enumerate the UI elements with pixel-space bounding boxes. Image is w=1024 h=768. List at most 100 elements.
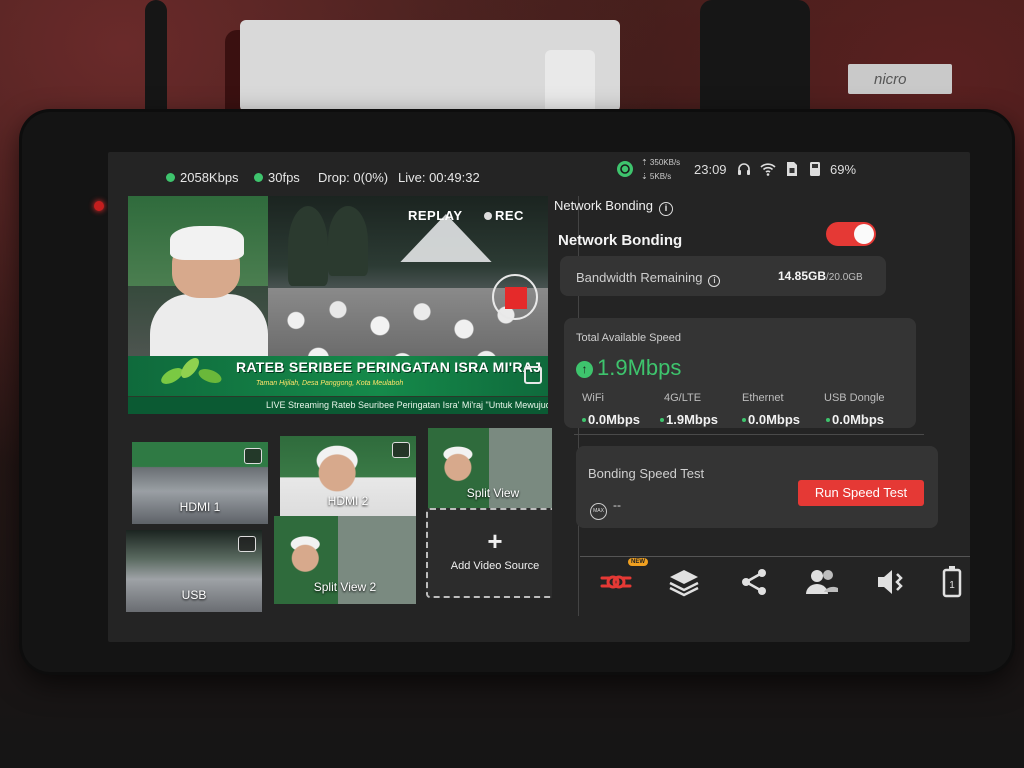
panel-header: Network Bonding i bbox=[554, 198, 673, 216]
total-speed-value: ↑ 1.9Mbps bbox=[576, 355, 681, 381]
share-icon[interactable] bbox=[734, 564, 774, 600]
background-plug bbox=[545, 50, 595, 120]
interface-status-dot bbox=[742, 418, 746, 422]
preview-tree bbox=[328, 206, 368, 276]
interface-speed: 0.0Mbps bbox=[588, 412, 641, 427]
program-preview[interactable]: REPLAY REC RATEB SERIBEE PERINGATAN ISRA… bbox=[128, 196, 548, 414]
leaf-decoration-icon bbox=[161, 358, 222, 384]
interface-status-dot bbox=[826, 418, 830, 422]
interface-value-ethernet: 0.0Mbps bbox=[742, 412, 800, 427]
guests-icon[interactable] bbox=[802, 564, 842, 600]
network-bonding-status-icon bbox=[617, 161, 633, 177]
audio-icon[interactable] bbox=[870, 564, 910, 600]
bandwidth-label: Bandwidth Remaining i bbox=[576, 270, 721, 287]
replay-button[interactable]: REPLAY bbox=[408, 208, 463, 223]
plus-icon: + bbox=[487, 526, 503, 556]
record-button[interactable] bbox=[492, 274, 538, 320]
network-bonding-nav-icon[interactable] bbox=[596, 564, 636, 600]
camera-badge-icon bbox=[244, 448, 262, 464]
add-video-source-button[interactable]: + Add Video Source bbox=[426, 508, 564, 598]
banner-subtitle: Taman Hijilah, Desa Panggong, Kota Meula… bbox=[256, 380, 404, 387]
network-bonding-toggle[interactable] bbox=[826, 222, 876, 246]
add-video-source-label: Add Video Source bbox=[450, 560, 540, 572]
layers-icon[interactable] bbox=[664, 564, 704, 600]
bandwidth-total: /20.0GB bbox=[826, 272, 863, 283]
interface-value-lte: 1.9Mbps bbox=[660, 412, 718, 427]
info-icon[interactable]: i bbox=[659, 202, 673, 216]
live-timer: Live: 00:49:32 bbox=[398, 170, 480, 185]
speed-test-result: MAX -- bbox=[590, 498, 621, 520]
wifi-icon bbox=[760, 163, 776, 176]
rec-indicator[interactable]: REC bbox=[484, 208, 524, 223]
max-speed-icon: MAX bbox=[590, 503, 607, 520]
status-bar: 2058Kbps 30fps Drop: 0(0%) Live: 00:49:3… bbox=[108, 152, 970, 194]
device-battery-icon[interactable]: 1 bbox=[936, 564, 966, 600]
bitrate-status-dot bbox=[166, 173, 175, 182]
interface-name-ethernet: Ethernet bbox=[742, 392, 784, 404]
sim-card-icon bbox=[787, 162, 797, 176]
fps-stat: 30fps bbox=[254, 170, 300, 185]
fps-value: 30fps bbox=[268, 170, 300, 185]
toggle-knob bbox=[854, 224, 874, 244]
background-cable bbox=[700, 0, 810, 120]
run-speed-test-button[interactable]: Run Speed Test bbox=[798, 480, 924, 506]
source-tile-usb[interactable]: USB bbox=[126, 530, 262, 612]
preview-tree bbox=[288, 206, 328, 286]
device-battery-label: 1 bbox=[949, 580, 955, 591]
speed-test-value: -- bbox=[613, 498, 621, 512]
source-tile-split-view[interactable]: Split View bbox=[428, 428, 558, 510]
download-rate: ⇣ 5KB/s bbox=[641, 172, 672, 181]
total-speed-label: Total Available Speed bbox=[576, 332, 681, 344]
source-tile-hdmi-1[interactable]: HDMI 1 bbox=[132, 442, 268, 524]
background-device-tag: nicro bbox=[848, 64, 952, 94]
storage-icon bbox=[810, 162, 820, 176]
source-label: Split View 2 bbox=[313, 580, 377, 594]
source-tile-split-view-2[interactable]: Split View 2 bbox=[274, 516, 416, 604]
bitrate-stat: 2058Kbps bbox=[166, 170, 239, 185]
news-ticker: LIVE Streaming Rateb Seuribee Peringatan… bbox=[128, 397, 548, 414]
camera-badge-icon bbox=[238, 536, 256, 552]
clock: 23:09 bbox=[694, 162, 727, 177]
bandwidth-value: 14.85GB/20.0GB bbox=[778, 269, 863, 283]
headphones-icon bbox=[738, 163, 750, 175]
interface-value-wifi: 0.0Mbps bbox=[582, 412, 640, 427]
interface-name-lte: 4G/LTE bbox=[664, 392, 702, 404]
rec-label: REC bbox=[495, 208, 524, 223]
bandwidth-label-text: Bandwidth Remaining bbox=[576, 270, 703, 285]
network-bonding-title: Network Bonding bbox=[558, 232, 683, 249]
bitrate-value: 2058Kbps bbox=[180, 170, 239, 185]
interface-speed: 0.0Mbps bbox=[748, 412, 801, 427]
interface-speed: 1.9Mbps bbox=[666, 412, 719, 427]
camera-indicator bbox=[94, 201, 104, 211]
rec-dot bbox=[484, 212, 492, 220]
interface-name-usb-dongle: USB Dongle bbox=[824, 392, 885, 404]
interface-status-dot bbox=[660, 418, 664, 422]
info-icon[interactable]: i bbox=[708, 275, 721, 287]
upload-arrow-icon: ↑ bbox=[576, 361, 593, 378]
banner-title: RATEB SERIBEE PERINGATAN ISRA MI'RAJ bbox=[236, 359, 542, 375]
interface-name-wifi: WiFi bbox=[582, 392, 604, 404]
fps-status-dot bbox=[254, 173, 263, 182]
drop-stat: Drop: 0(0%) bbox=[318, 170, 389, 185]
app-screen: 2058Kbps 30fps Drop: 0(0%) Live: 00:49:3… bbox=[108, 152, 970, 642]
fullscreen-icon[interactable] bbox=[524, 366, 542, 384]
panel-header-title: Network Bonding bbox=[554, 198, 653, 213]
preview-speaker-cap bbox=[170, 226, 244, 260]
section-divider bbox=[574, 434, 924, 435]
speed-test-label: Bonding Speed Test bbox=[588, 466, 705, 481]
total-speed-number: 1.9Mbps bbox=[597, 355, 682, 380]
upload-rate: ⇡ 350KB/s bbox=[641, 158, 681, 167]
source-tile-hdmi-2[interactable]: HDMI 2 bbox=[280, 436, 416, 518]
source-label: USB bbox=[181, 588, 207, 602]
interface-status-dot bbox=[582, 418, 586, 422]
interface-value-usb-dongle: 0.0Mbps bbox=[826, 412, 884, 427]
bandwidth-used: 14.85GB bbox=[778, 269, 827, 283]
source-label: HDMI 2 bbox=[327, 494, 369, 508]
camera-badge-icon bbox=[392, 442, 410, 458]
battery-level: 69% bbox=[830, 162, 857, 177]
network-rates: ⇡ 350KB/s ⇣ 5KB/s bbox=[641, 156, 680, 184]
interface-speed: 0.0Mbps bbox=[832, 412, 885, 427]
source-label: HDMI 1 bbox=[179, 500, 221, 514]
stop-record-icon bbox=[505, 287, 527, 309]
source-label: Split View bbox=[466, 486, 520, 500]
